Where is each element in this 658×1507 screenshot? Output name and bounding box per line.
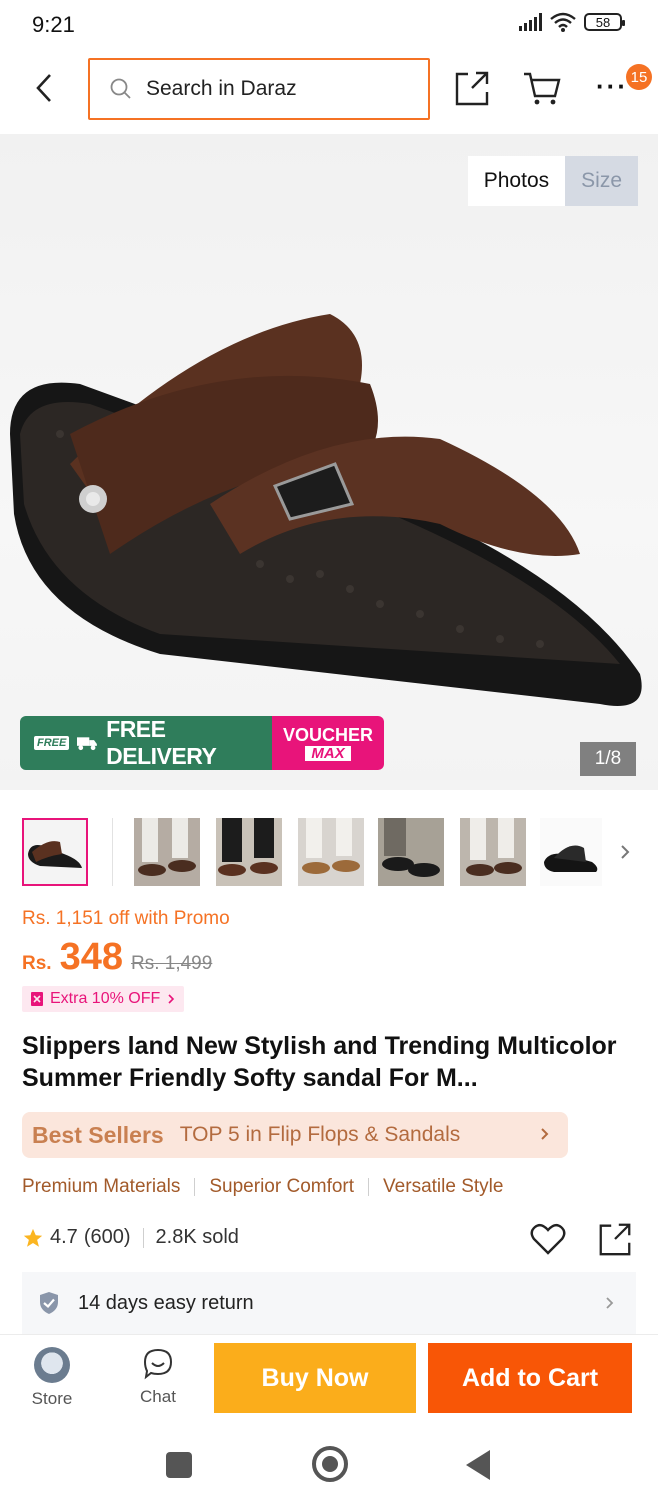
share-icon [455,71,489,106]
store-label: Store [31,1389,73,1408]
thumbnail-image [216,818,282,886]
heart-icon [530,1223,566,1255]
chevron-left-icon [36,74,51,102]
notification-badge: 15 [626,64,652,90]
wishlist-button[interactable] [530,1222,566,1258]
free-delivery-text: FREE DELIVERY [106,716,217,769]
back-triangle-icon[interactable] [466,1450,490,1480]
store-button[interactable]: Store [24,1347,80,1417]
thumbnail-7[interactable] [540,818,606,886]
thumbnail-image [298,818,364,886]
sold-count: 2.8K sold [155,1226,239,1248]
voucher-max-label: VOUCHER MAX [272,716,384,770]
bottom-action-bar: Store Chat Buy Now Add to Cart [0,1334,658,1426]
product-image [10,314,642,706]
chat-icon [143,1348,173,1380]
voucher-text: VOUCHER [282,724,373,745]
buy-now-button[interactable]: Buy Now [214,1343,416,1413]
status-time: 9:21 [32,12,75,37]
status-icons: 58 [519,12,625,32]
current-price: 348 [59,936,123,978]
max-text: MAX [305,745,351,761]
free-delivery-label: FREE FREE DELIVERY [20,716,272,770]
return-policy-text: 14 days easy return [78,1291,254,1314]
chevron-right-icon [606,1297,614,1309]
gallery-tabs: Photos Size [467,156,638,206]
cart-button[interactable] [522,68,564,110]
extra-discount-text: Extra 10% OFF [50,990,161,1007]
signal-icon [519,13,542,31]
search-icon [110,78,131,99]
recent-apps-icon[interactable] [166,1452,192,1478]
battery-icon: 58 [584,13,625,31]
divider [142,1227,144,1248]
rating-score: 4.7 [50,1226,78,1248]
thumbnail-image [540,818,602,886]
feature-tags: Premium Materials Superior Comfort Versa… [22,1176,503,1198]
thumbnail-image [378,818,444,886]
best-sellers-label: Best Sellers [32,1121,164,1148]
share-icon [599,1223,631,1256]
thumbnail-image [24,820,86,884]
return-policy-row[interactable]: 14 days easy return [22,1272,636,1334]
extra-discount-chip[interactable]: Extra 10% OFF [22,986,185,1012]
chevron-right-icon [168,994,175,1004]
thumbnail-4[interactable] [298,818,364,886]
chevron-right-icon[interactable] [618,840,634,864]
system-navigation-bar [0,1428,658,1507]
free-tag: FREE [34,736,70,750]
star-icon [23,1228,43,1247]
shield-check-icon [40,1292,58,1314]
home-icon[interactable] [312,1446,348,1482]
currency-label: Rs. [22,953,52,974]
store-logo-icon [34,1347,70,1383]
free-delivery-voucher-banner: FREE FREE DELIVERY VOUCHER MAX [20,716,384,770]
share-button[interactable] [452,68,494,110]
promo-discount-text: Rs. 1,151 off with Promo [22,908,230,929]
original-price: Rs. 1,499 [130,953,213,974]
feature-tag: Versatile Style [383,1176,504,1197]
search-placeholder: Search in Daraz [146,77,297,100]
feature-tag: Premium Materials [22,1176,181,1197]
thumbnail-1[interactable] [22,818,88,886]
voucher-icon [31,992,43,1006]
search-input[interactable]: Search in Daraz [88,58,430,120]
thumbnail-2[interactable] [134,818,200,886]
status-bar: 9:21 58 [0,0,658,50]
chevron-right-icon [541,1128,549,1140]
product-image-gallery[interactable]: Photos Size FREE FREE DELIVERY VOUCHER M… [0,134,658,790]
cart-icon [524,72,561,105]
product-title: Slippers land New Stylish and Trending M… [22,1032,617,1092]
rating-row[interactable]: 4.7 (600) 2.8K sold [22,1226,239,1249]
thumbnail-image [460,818,526,886]
thumbnail-strip [0,818,658,888]
tab-photos[interactable]: Photos [467,156,566,206]
top-nav: Search in Daraz ··· 15 [0,52,658,128]
thumbnail-6[interactable] [460,818,526,886]
divider [194,1178,196,1196]
share-product-button[interactable] [596,1220,634,1258]
thumbnail-3[interactable] [216,818,282,886]
chat-button[interactable]: Chat [130,1347,186,1417]
delivery-truck-icon [77,737,98,751]
best-sellers-ranking: TOP 5 in Flip Flops & Sandals [179,1123,461,1146]
thumbnail-divider [112,818,113,886]
best-sellers-banner[interactable]: Best Sellers TOP 5 in Flip Flops & Sanda… [22,1112,568,1158]
rating-count: (600) [83,1226,131,1248]
thumbnail-image [134,818,200,886]
tab-size[interactable]: Size [565,156,638,206]
back-button[interactable] [24,68,64,108]
thumbnail-5[interactable] [378,818,444,886]
image-page-counter: 1/8 [580,742,636,776]
wifi-icon [550,12,576,32]
add-to-cart-button[interactable]: Add to Cart [428,1343,632,1413]
chat-label: Chat [140,1387,176,1406]
price-row: Rs. 348 Rs. 1,499 [22,936,212,979]
divider [368,1178,370,1196]
feature-tag: Superior Comfort [209,1176,355,1197]
